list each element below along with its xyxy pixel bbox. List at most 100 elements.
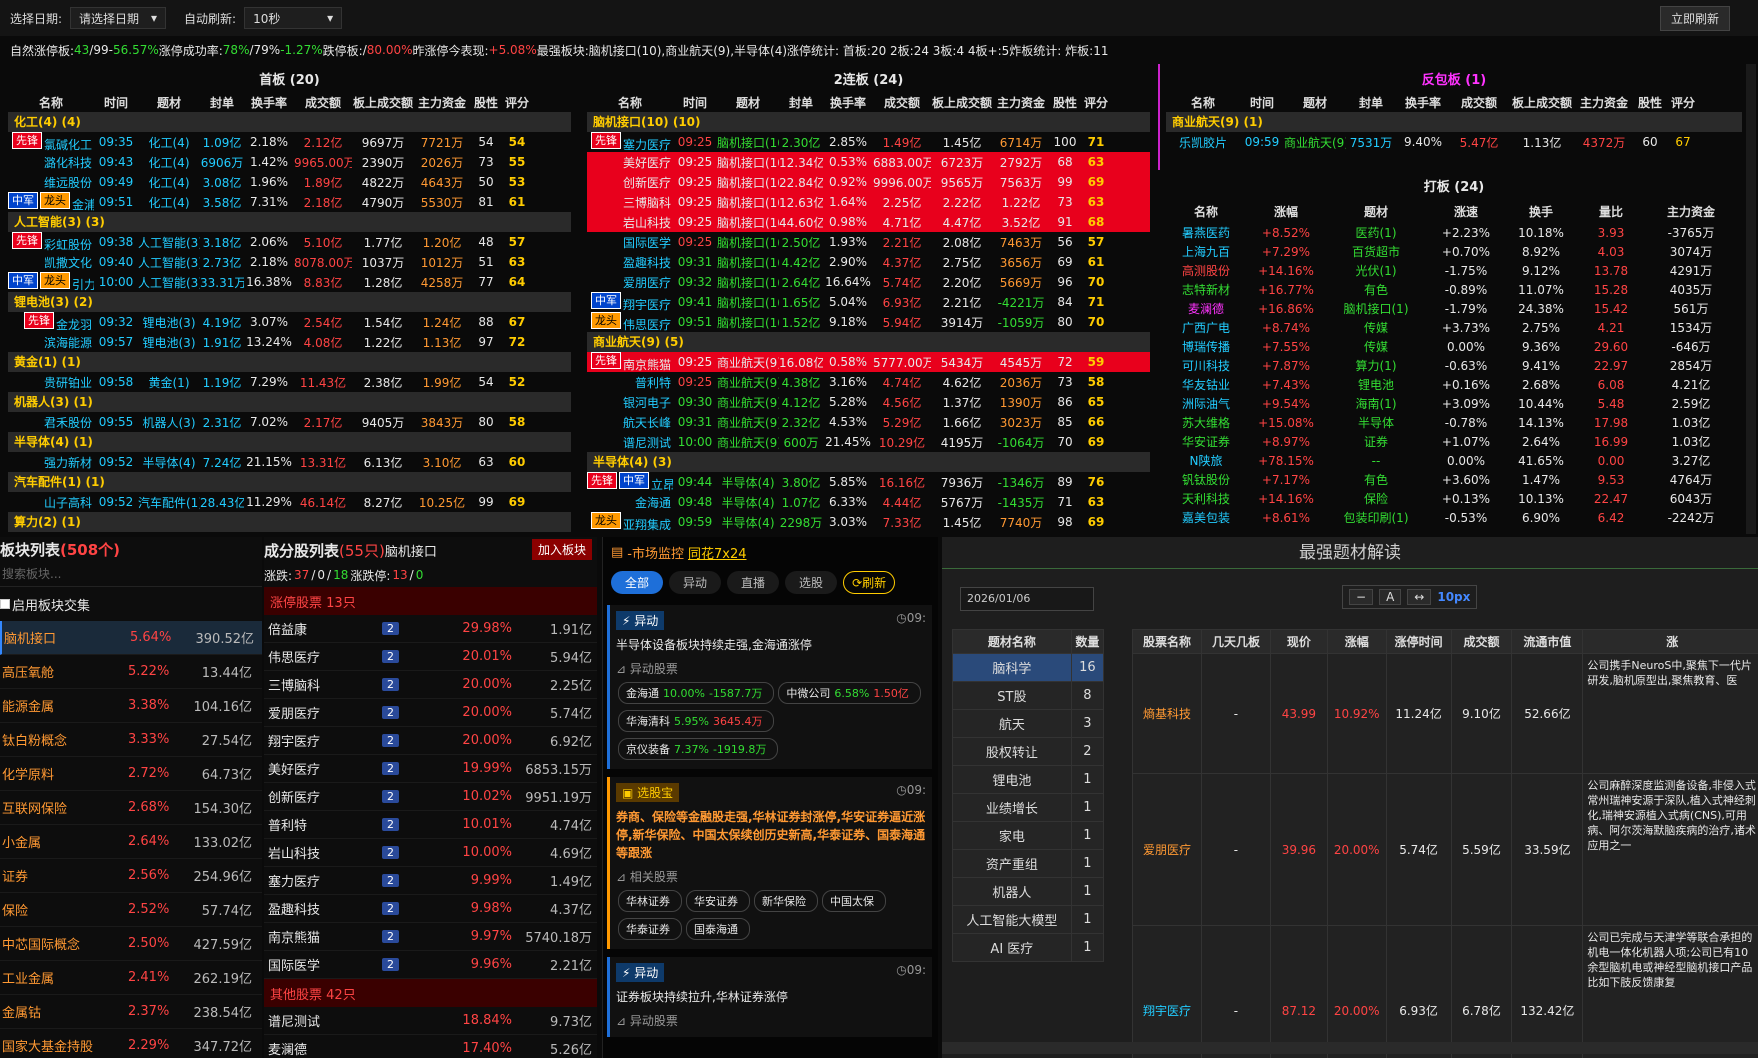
column-header[interactable]: 时间 [1240,94,1284,111]
column-header[interactable]: 评分 [1081,94,1111,111]
table-row[interactable]: 中军翔宇医疗 09:41 脑机接口(10)1.65亿 5.04% 6.93亿 2.21亿-… [587,291,1150,312]
horizontal-scrollbar[interactable] [942,1042,1758,1054]
intersection-checkbox[interactable] [0,599,10,609]
column-header[interactable]: 涨速 [1426,203,1506,220]
table-row[interactable]: 广西广电 +8.74% 传媒 +3.73% 2.75% 4.21 1534万 [1166,318,1742,337]
topic-stock-row[interactable]: 爱朋医疗 -39.96 20.00% 5.74亿 5.59亿 33.59亿 公司麻醉深度监测… [1132,773,1758,926]
topic-row[interactable]: 机器人 1 [952,877,1105,906]
column-header[interactable]: 涨幅 [1246,203,1326,220]
tab-0[interactable]: 全部 [611,570,664,594]
column-header[interactable]: 名称 [1166,94,1240,111]
column-header[interactable]: 名称 [8,94,94,111]
stock-name[interactable]: 滨海能源 [44,336,92,350]
table-row[interactable]: 先锋 彩虹股份 09:38 人工智能(3) 3.18亿 2.06% 5.10亿 1.77亿 1.… [8,231,571,252]
stock-name[interactable]: 立昂微 [651,478,673,492]
table-row[interactable]: 国际医学 09:25 脑机接口(10)2.50亿 1.93% 2.21亿 2.08亿 746… [587,232,1150,252]
column-header[interactable]: 评分 [1668,94,1698,111]
stock-chip[interactable]: 华林证券 [618,890,682,912]
group-header[interactable]: 半导体(4) (1) [8,432,571,452]
column-header[interactable]: 题材 [138,94,200,111]
stock-chip[interactable]: 华泰证券 [618,918,682,940]
column-header[interactable]: 题材 [1326,203,1426,220]
table-row[interactable]: 山子高科 09:52 汽车配件(1) 28.43亿 11.29% 46.14亿 8.27亿 1… [8,492,571,512]
column-header[interactable]: 换手率 [823,94,873,111]
stock-name[interactable]: 金龙羽 [56,318,92,332]
stock-name[interactable]: 美好医疗 [623,156,671,170]
topic-row[interactable]: 股权转让 2 [952,737,1105,766]
stock-name[interactable]: 金浦钛业 [72,198,94,212]
table-row[interactable]: 苏大维格 +15.08% 半导体 -0.78% 14.13% 17.98 1.03亿 [1166,413,1742,432]
tab-1[interactable]: 异动 [669,570,722,594]
topic-row[interactable]: 航天 3 [952,709,1105,738]
column-header[interactable]: 板上成交额 [352,94,414,111]
group-header[interactable]: 半导体(4) (3) [587,452,1150,472]
sector-list-item[interactable]: 能源金属 3.38% 104.16亿 [0,689,262,723]
constituent-row[interactable]: 谱尼测试 18.84% 9.73亿 [264,1007,597,1035]
table-row[interactable]: 君禾股份 09:55 机器人(3) 2.31亿 7.02% 2.17亿 9405万 3843万… [8,412,571,432]
group-header[interactable]: 人工智能(3) (3) [8,212,571,232]
topic-row[interactable]: AI 医疗 1 [952,933,1105,962]
table-row[interactable]: 暑燕医药 +8.52% 医药(1) +2.23% 10.18% 3.93 -3765万 [1166,223,1742,242]
column-header[interactable]: 换手率 [1396,94,1450,111]
stock-chip[interactable]: 京仪装备 7.37% -1919.8万 [618,738,779,760]
column-header[interactable]: 成交额 [294,94,352,111]
scrollbar[interactable] [1746,64,1756,534]
column-header[interactable]: 主力资金 [1576,94,1632,111]
topic-row[interactable]: 资产重组 1 [952,849,1105,878]
table-row[interactable]: 航天长峰 09:31 商业航天(9) 2.32亿 4.53% 5.29亿 1.66亿 3023… [587,412,1150,432]
stock-name[interactable]: 强力新材 [44,456,92,470]
stock-name[interactable]: 南京熊猫 [623,358,671,372]
column-header[interactable]: 股性 [1049,94,1081,111]
refresh-button[interactable]: ⟳刷新 [843,570,896,594]
group-header[interactable]: 算力(2) (1) [8,512,571,532]
sector-list-item[interactable]: 国家大基金持股 2.29% 347.72亿 [0,1029,262,1058]
font-reset-button[interactable]: A [1379,589,1402,605]
constituent-row[interactable]: 国际医学 2 9.96% 2.21亿 [264,951,597,979]
table-row[interactable]: 华安证券 +8.97% 证券 +1.07% 2.64% 16.99 1.03亿 [1166,432,1742,451]
constituent-row[interactable]: 美好医疗 2 19.99% 6853.15万 [264,755,597,783]
font-decrease-button[interactable]: − [1349,589,1374,605]
sector-list-item[interactable]: 化学原料 2.72% 64.73亿 [0,757,262,791]
table-row[interactable]: 可川科技 +7.87% 算力(1) -0.63% 9.41% 22.97 2854万 [1166,356,1742,375]
stock-name[interactable]: 银河电子 [623,396,671,410]
table-row[interactable]: 龙头伟思医疗 09:51 脑机接口(10)1.52亿 9.18% 5.94亿 3914万-… [587,311,1150,332]
table-row[interactable]: 先锋塞力医疗 09:25 脑机接口(10)2.30亿 2.85% 1.49亿 1.45亿 6… [587,131,1150,152]
topic-stock-row[interactable]: 翔宇医疗 -87.12 20.00% 6.93亿 6.78亿 132.42亿 公司已完成与天… [1132,925,1758,1058]
stock-name[interactable]: 亚翔集成 [623,518,671,532]
stock-name[interactable]: 国际医学 [623,236,671,250]
sector-list-item[interactable]: 小金属 2.64% 133.02亿 [0,825,262,859]
stock-name[interactable]: 创新医疗 [623,176,671,190]
column-header[interactable]: 换手 [1506,203,1576,220]
table-row[interactable]: 博瑞传播 +7.55% 传媒 0.00% 9.36% 29.60 -646万 [1166,337,1742,356]
topic-row[interactable]: 锂电池 1 [952,765,1105,794]
sector-list-item[interactable]: 金属钴 2.37% 238.54亿 [0,995,262,1029]
column-header[interactable]: 时间 [673,94,717,111]
stock-chip[interactable]: 中国太保 [822,890,886,912]
topic-row[interactable]: 脑科学 16 [952,653,1105,682]
topic-row[interactable]: 业绩增长 1 [952,793,1105,822]
table-row[interactable]: 潞化科技 09:43 化工(4) 6906万 1.42% 9965.00万 2390万 202… [8,152,571,172]
tab-3[interactable]: 选股 [785,570,838,594]
column-header[interactable]: 板上成交额 [931,94,993,111]
topic-row[interactable]: 人工智能大模型 1 [952,905,1105,934]
column-header[interactable]: 封单 [1346,94,1396,111]
table-row[interactable]: 志特新材 +16.77% 有色 -0.89% 11.07% 15.28 4035万 [1166,280,1742,299]
table-row[interactable]: 天利科技 +14.16% 保险 +0.13% 10.13% 22.47 6043万 [1166,489,1742,508]
group-header[interactable]: 锂电池(3) (2) [8,292,571,312]
monitor-source-link[interactable]: 同花7x24 [688,543,747,562]
stock-name[interactable]: 爱朋医疗 [623,276,671,290]
group-header[interactable]: 黄金(1) (1) [8,352,571,372]
stock-name[interactable]: 三博脑科 [623,196,671,210]
column-header[interactable]: 成交额 [1450,94,1508,111]
stock-chip[interactable]: 新华保险 [754,890,818,912]
table-row[interactable]: 麦澜德 +16.86% 脑机接口(1) -1.79% 24.38% 15.42 561万 [1166,299,1742,318]
constituent-row[interactable]: 南京熊猫 2 9.97% 5740.18万 [264,923,597,951]
column-header[interactable]: 题材 [1284,94,1346,111]
stock-name[interactable]: 航天长峰 [623,416,671,430]
stock-name[interactable]: 氯碱化工 [44,138,92,152]
table-row[interactable]: 贵研铂业 09:58 黄金(1) 1.19亿 7.29% 11.43亿 2.38亿 1.99亿… [8,372,571,392]
constituent-row[interactable]: 倍益康 2 29.98% 1.91亿 [264,615,597,643]
stock-chip[interactable]: 国泰海通 [686,918,750,940]
stock-chip[interactable]: 金海通 10.00% -1587.7万 [618,682,775,704]
column-header[interactable]: 时间 [94,94,138,111]
